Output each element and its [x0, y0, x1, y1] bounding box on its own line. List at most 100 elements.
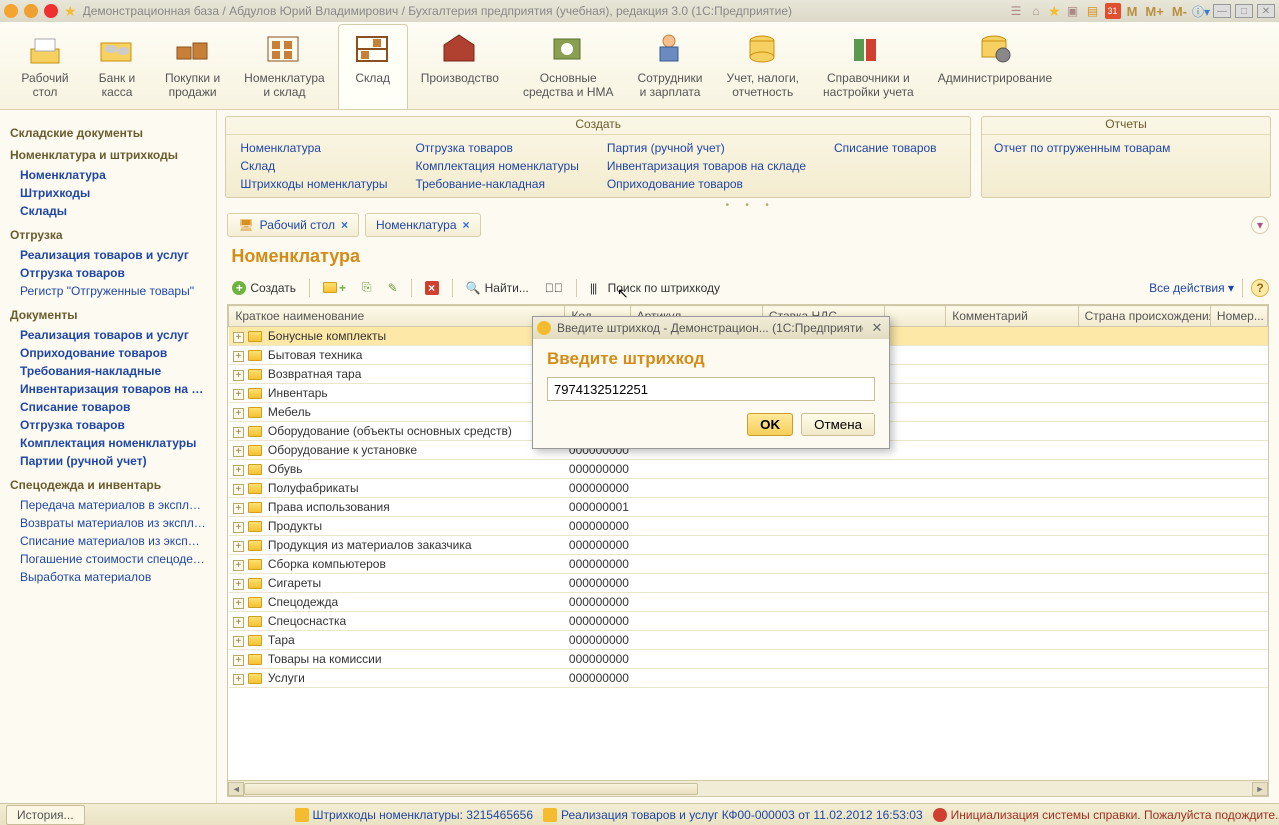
barcode-search-button[interactable]: ||| Поиск по штрихкоду — [585, 278, 725, 298]
expand-icon[interactable]: + — [233, 484, 244, 495]
col-header-7[interactable]: Номер... — [1210, 306, 1267, 327]
scroll-thumb[interactable] — [244, 783, 697, 795]
expand-icon[interactable]: + — [233, 560, 244, 571]
info-icon[interactable]: ⓘ▾ — [1193, 3, 1209, 19]
expand-icon[interactable]: + — [233, 598, 244, 609]
barcode-input[interactable] — [547, 377, 875, 401]
cancel-button[interactable]: Отмена — [801, 413, 875, 436]
col-header-6[interactable]: Страна происхождения — [1078, 306, 1210, 327]
tab-nomenclature-close[interactable]: × — [463, 218, 470, 232]
create-link-0-0[interactable]: Номенклатура — [240, 139, 387, 157]
col-header-5[interactable]: Комментарий — [946, 306, 1078, 327]
calc-icon[interactable]: ▤ — [1085, 3, 1101, 19]
expand-icon[interactable]: + — [233, 389, 244, 400]
delete-button[interactable]: × — [420, 278, 444, 298]
table-row[interactable]: +Продукты000000000... — [229, 517, 1268, 536]
minimize-button[interactable]: — — [1213, 4, 1231, 18]
expand-icon[interactable]: + — [233, 427, 244, 438]
leftnav-4[interactable]: Склады — [10, 202, 206, 220]
tb-icon-2[interactable]: ⌂ — [1028, 3, 1044, 19]
leftnav-16[interactable]: Комплектация номенклатуры — [10, 434, 206, 452]
status-seg-1[interactable]: Штрихкоды номенклатуры: 3215465656 — [295, 808, 533, 822]
expand-icon[interactable]: + — [233, 655, 244, 666]
create-link-3-0[interactable]: Списание товаров — [834, 139, 956, 157]
table-row[interactable]: +Сигареты000000000... — [229, 574, 1268, 593]
close-button[interactable]: ✕ — [1257, 4, 1275, 18]
scroll-right-arrow[interactable]: ► — [1252, 782, 1268, 796]
section-6[interactable]: Основные средства и НМА — [512, 24, 625, 109]
leftnav-21[interactable]: Списание материалов из эксплуатации — [10, 532, 206, 550]
leftnav-15[interactable]: Отгрузка товаров — [10, 416, 206, 434]
table-row[interactable]: +Обувь000000000... — [229, 460, 1268, 479]
expand-icon[interactable]: + — [233, 408, 244, 419]
help-button[interactable]: ? — [1251, 279, 1269, 297]
leftnav-11[interactable]: Оприходование товаров — [10, 344, 206, 362]
tab-nomenclature[interactable]: Номенклатура × — [365, 213, 481, 237]
section-7[interactable]: Сотрудники и зарплата — [627, 24, 714, 109]
leftnav-12[interactable]: Требования-накладные — [10, 362, 206, 380]
expand-icon[interactable]: + — [233, 332, 244, 343]
scroll-track[interactable] — [244, 782, 1252, 796]
status-seg-2[interactable]: Реализация товаров и услуг КФ00-000003 о… — [543, 808, 923, 822]
leftnav-2[interactable]: Номенклатура — [10, 166, 206, 184]
leftnav-13[interactable]: Инвентаризация товаров на ск... — [10, 380, 206, 398]
expand-icon[interactable]: + — [233, 370, 244, 381]
tb-star2-icon[interactable]: ★ — [1048, 3, 1061, 20]
section-8[interactable]: Учет, налоги, отчетность — [716, 24, 811, 109]
leftnav-20[interactable]: Возвраты материалов из эксплуатации — [10, 514, 206, 532]
report-link[interactable]: Отчет по отгруженным товарам — [994, 141, 1258, 155]
copy-button[interactable]: ⎘ — [357, 277, 377, 298]
table-row[interactable]: +Спецодежда000000000... — [229, 593, 1268, 612]
section-5[interactable]: Производство — [410, 24, 510, 109]
favorite-star-icon[interactable]: ★ — [64, 3, 77, 20]
expand-icon[interactable]: + — [233, 351, 244, 362]
section-0[interactable]: Рабочий стол — [10, 24, 80, 109]
expand-icon[interactable]: + — [233, 674, 244, 685]
table-row[interactable]: +Тара000000000... — [229, 631, 1268, 650]
create-button[interactable]: + Создать — [227, 278, 301, 298]
table-row[interactable]: +Права использования000000001... — [229, 498, 1268, 517]
tb-icon-3[interactable]: ▣ — [1065, 3, 1081, 19]
mem-mminus[interactable]: M- — [1170, 4, 1189, 19]
table-row[interactable]: +Продукция из материалов заказчика000000… — [229, 536, 1268, 555]
expand-icon[interactable]: + — [233, 503, 244, 514]
clear-filter-button[interactable]: 🔍⃠ — [540, 278, 568, 298]
create-link-1-1[interactable]: Комплектация номенклатуры — [415, 157, 578, 175]
leftnav-22[interactable]: Погашение стоимости спецодежды и с... — [10, 550, 206, 568]
section-10[interactable]: Администрирование — [927, 24, 1063, 109]
create-link-2-1[interactable]: Инвентаризация товаров на складе — [607, 157, 806, 175]
scroll-left-arrow[interactable]: ◄ — [228, 782, 244, 796]
find-button[interactable]: 🔍Найти... — [461, 278, 534, 298]
expand-icon[interactable]: + — [233, 579, 244, 590]
tab-desktop-close[interactable]: × — [341, 218, 348, 232]
leftnav-14[interactable]: Списание товаров — [10, 398, 206, 416]
create-link-0-2[interactable]: Штрихкоды номенклатуры — [240, 175, 387, 193]
leftnav-19[interactable]: Передача материалов в эксплуатацию — [10, 496, 206, 514]
new-folder-button[interactable]: + — [318, 278, 351, 298]
tb-circle-2[interactable] — [24, 4, 38, 18]
all-actions-menu[interactable]: Все действия ▾ — [1149, 281, 1234, 295]
expand-icon[interactable]: + — [233, 446, 244, 457]
leftnav-8[interactable]: Регистр "Отгруженные товары" — [10, 282, 206, 300]
history-button[interactable]: История... — [6, 805, 85, 825]
section-2[interactable]: Покупки и продажи — [154, 24, 231, 109]
horizontal-scrollbar[interactable]: ◄ ► — [228, 780, 1268, 796]
section-1[interactable]: Банк и касса — [82, 24, 152, 109]
mem-m[interactable]: M — [1125, 4, 1140, 19]
create-link-0-1[interactable]: Склад — [240, 157, 387, 175]
col-header-4[interactable] — [885, 306, 946, 327]
mem-mplus[interactable]: M+ — [1143, 4, 1165, 19]
maximize-button[interactable]: □ — [1235, 4, 1253, 18]
edit-button[interactable]: ✎ — [383, 278, 403, 298]
leftnav-3[interactable]: Штрихкоды — [10, 184, 206, 202]
expand-icon[interactable]: + — [233, 636, 244, 647]
leftnav-17[interactable]: Партии (ручной учет) — [10, 452, 206, 470]
table-row[interactable]: +Полуфабрикаты000000000... — [229, 479, 1268, 498]
tab-desktop[interactable]: 🖥 Рабочий стол × — [227, 213, 359, 237]
section-4[interactable]: Склад — [338, 24, 408, 109]
create-link-2-0[interactable]: Партия (ручной учет) — [607, 139, 806, 157]
dialog-close-button[interactable]: ✕ — [869, 320, 885, 336]
leftnav-6[interactable]: Реализация товаров и услуг — [10, 246, 206, 264]
section-3[interactable]: Номенклатура и склад — [233, 24, 336, 109]
ok-button[interactable]: OK — [747, 413, 793, 436]
